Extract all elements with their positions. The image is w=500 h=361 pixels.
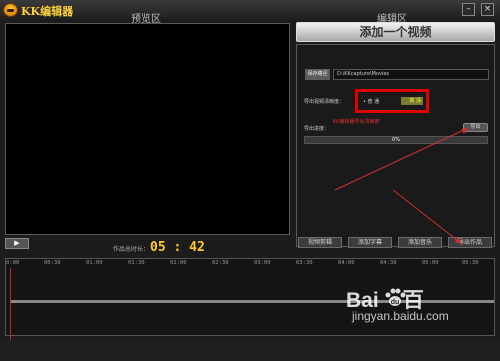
watermark-url: jingyan.baidu.com xyxy=(352,309,449,323)
baidu-paw-icon: du xyxy=(385,288,406,306)
annotation-arrows xyxy=(334,127,469,245)
svg-text:du: du xyxy=(391,299,400,306)
